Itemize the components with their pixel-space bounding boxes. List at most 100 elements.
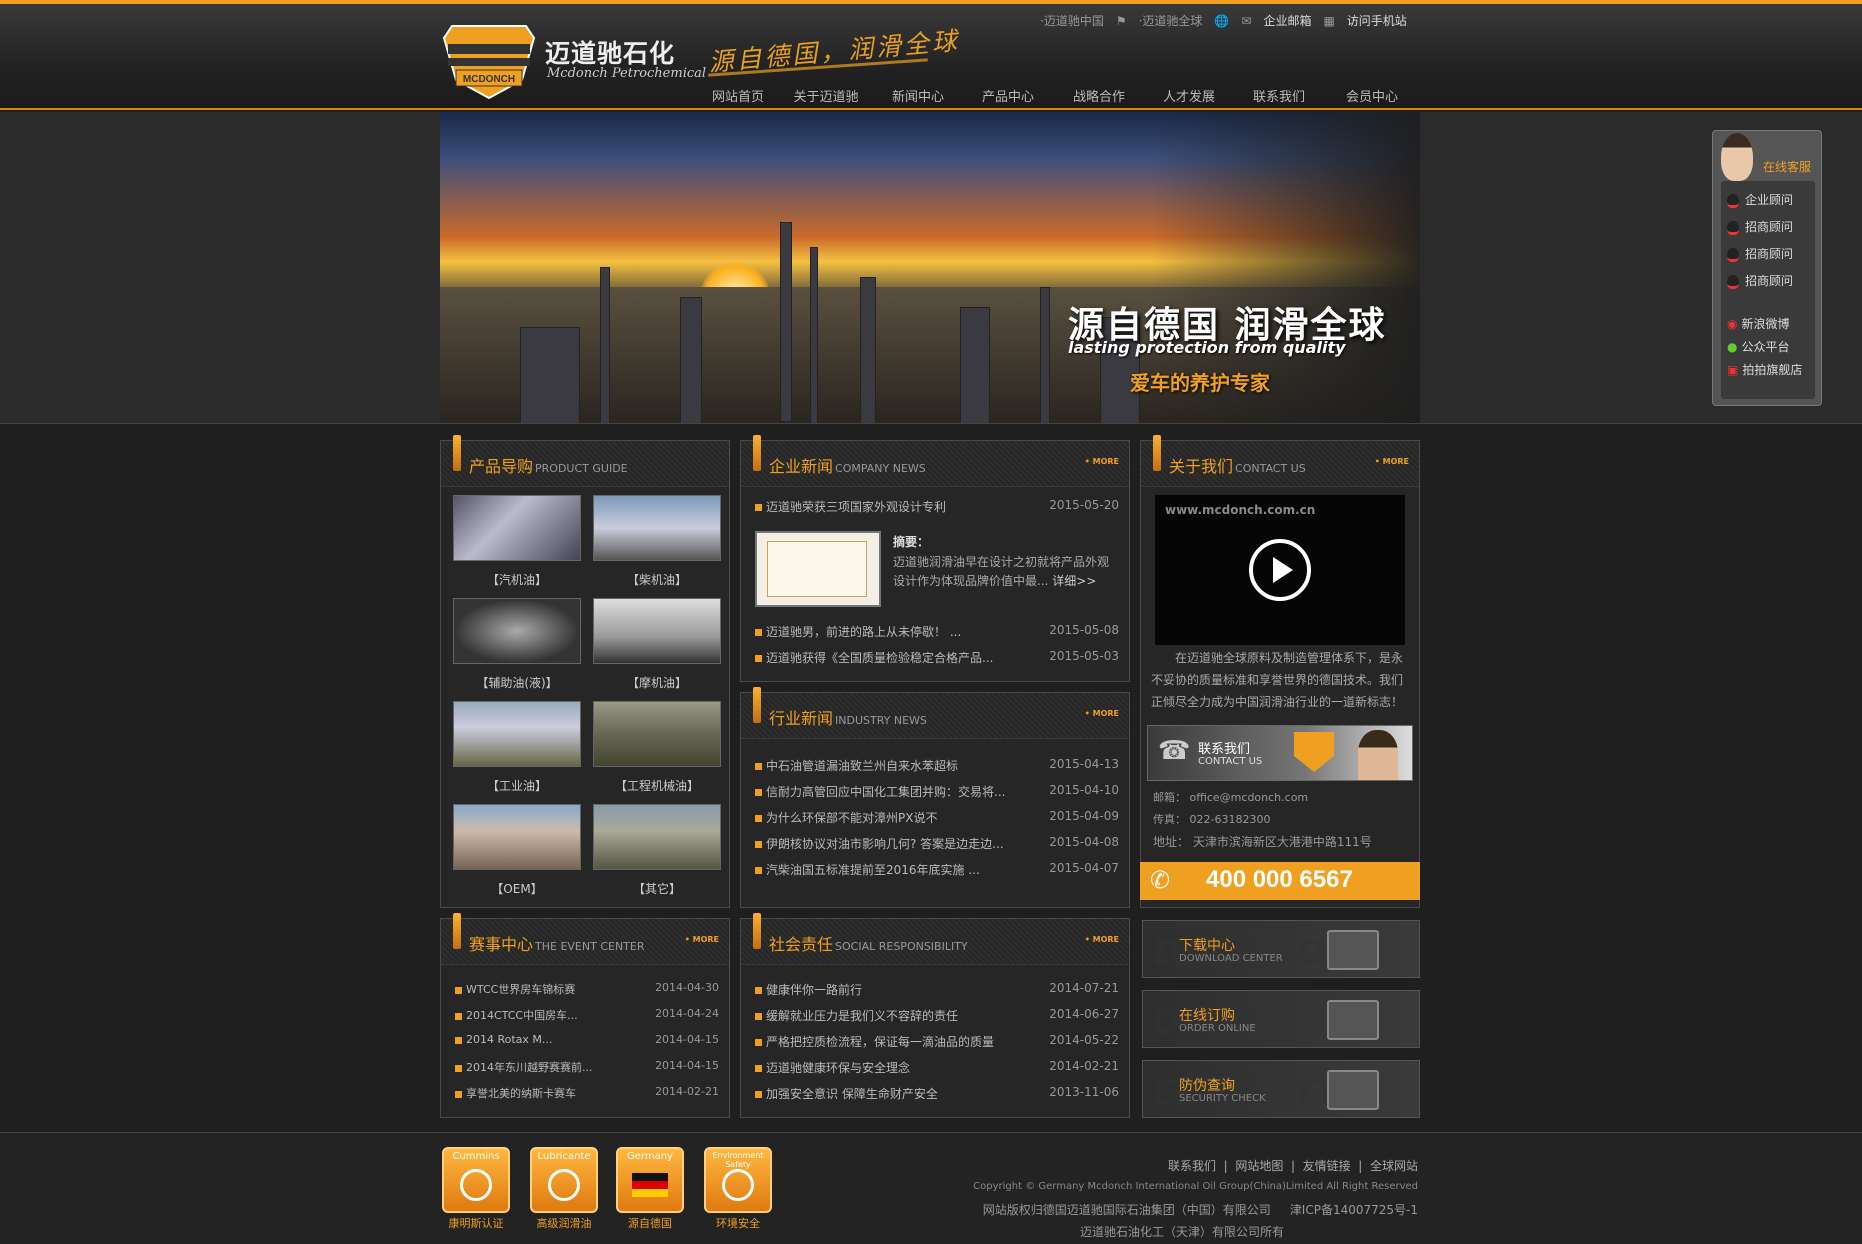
nav-about[interactable]: 关于迈道驰 — [776, 86, 876, 105]
download-center-button[interactable]: DOWNLOAD 下载中心 DOWNLOAD CENTER — [1142, 920, 1420, 978]
environment-badge[interactable]: Environment Safety — [704, 1147, 772, 1213]
hero-banner[interactable] — [0, 112, 1862, 424]
service-wechat[interactable]: ● 公众平台 — [1727, 338, 1790, 355]
news-row[interactable]: 信耐力高管回应中国化工集团并购：交易将... 2015-04-10 — [755, 783, 1119, 800]
lubricant-badge[interactable]: Lubricante — [530, 1147, 598, 1213]
more-link[interactable]: • MORE — [1375, 457, 1409, 466]
product-thumb[interactable] — [453, 495, 581, 561]
nav-partners[interactable]: 战略合作 — [1056, 86, 1142, 105]
event-row[interactable]: 2014CTCC中国房车... 2014-04-24 — [455, 1007, 719, 1023]
product-caption[interactable]: 【其它】 — [593, 880, 721, 897]
wechat-icon: ● — [1727, 340, 1738, 354]
hotline-bar[interactable]: ✆ 400 000 6567 — [1140, 862, 1420, 900]
badge-label: Germany — [627, 1151, 673, 1162]
product-thumb[interactable] — [593, 598, 721, 664]
nav-news[interactable]: 新闻中心 — [876, 86, 960, 105]
security-check-button[interactable]: SECURITY 防伪查询 SECURITY CHECK — [1142, 1060, 1420, 1118]
product-caption[interactable]: 【工程机械油】 — [593, 777, 721, 794]
contact-us-banner[interactable]: ☎ 联系我们 CONTACT US — [1147, 725, 1413, 781]
service-list: 企业顾问 招商顾问 招商顾问 招商顾问 ◉ 新浪微博 ● 公众平台 ▣ 拍拍旗舰店 — [1721, 181, 1815, 399]
patent-thumbnail[interactable] — [755, 531, 881, 607]
footer-link-contact[interactable]: 联系我们 — [1168, 1159, 1216, 1173]
product-thumb[interactable] — [453, 598, 581, 664]
toplink-email[interactable]: 企业邮箱 — [1263, 12, 1311, 29]
cummins-badge[interactable]: Cummins — [442, 1147, 510, 1213]
product-caption[interactable]: 【工业油】 — [453, 777, 581, 794]
product-caption[interactable]: 【汽机油】 — [453, 571, 581, 588]
service-title: 在线客服 — [1763, 160, 1812, 174]
play-icon[interactable] — [1247, 537, 1313, 603]
news-row[interactable]: 迈道驰获得《全国质量检验稳定合格产品... 2015-05-03 — [755, 649, 1119, 666]
news-row[interactable]: 伊朗核协议对油市影响几何? 答案是边走边... 2015-04-08 — [755, 835, 1119, 852]
product-thumb[interactable] — [593, 495, 721, 561]
video-player[interactable]: www.mcdonch.com.cn — [1155, 495, 1405, 645]
event-row[interactable]: WTCC世界房车锦标赛 2014-04-30 — [455, 981, 719, 997]
toplink-mobile[interactable]: 访问手机站 — [1347, 12, 1407, 29]
social-row[interactable]: 严格把控质检流程，保证每一滴油品的质量 2014-05-22 — [755, 1033, 1119, 1050]
news-row[interactable]: 迈道驰荣获三项国家外观设计专利 2015-05-20 — [755, 498, 1119, 515]
video-url-text: www.mcdonch.com.cn — [1165, 503, 1316, 517]
product-caption[interactable]: 【摩机油】 — [593, 674, 721, 691]
news-row[interactable]: 汽柴油国五标准提前至2016年底实施 ... 2015-04-07 — [755, 861, 1119, 878]
social-row[interactable]: 健康伴你一路前行 2014-07-21 — [755, 981, 1119, 998]
nav-careers[interactable]: 人才发展 — [1142, 86, 1236, 105]
toplink-china[interactable]: ·迈道驰中国 — [1040, 12, 1104, 29]
shield-icon — [1294, 732, 1334, 772]
badge-caption: 高级润滑油 — [536, 1217, 592, 1230]
more-link[interactable]: • MORE — [685, 935, 719, 944]
product-thumb[interactable] — [593, 804, 721, 870]
germany-badge[interactable]: Germany — [616, 1147, 684, 1213]
panel-header: 关于我们 CONTACT US • MORE — [1141, 435, 1419, 487]
social-row[interactable]: 迈道驰健康环保与安全理念 2014-02-21 — [755, 1059, 1119, 1076]
germany-flag-icon — [632, 1173, 668, 1197]
service-item[interactable]: 招商顾问 — [1727, 272, 1793, 289]
news-row[interactable]: 迈道驰男，前进的路上从未停歇！ ... 2015-05-08 — [755, 623, 1119, 640]
logo-shield-icon[interactable]: MCDONCH — [442, 18, 536, 100]
nav-products[interactable]: 产品中心 — [960, 86, 1056, 105]
nav-contact[interactable]: 联系我们 — [1236, 86, 1322, 105]
news-row[interactable]: 中石油管道漏油致兰州自来水苯超标 2015-04-13 — [755, 757, 1119, 774]
footer-icp[interactable]: 津ICP备14007725号-1 — [1290, 1203, 1418, 1217]
service-item[interactable]: 招商顾问 — [1727, 245, 1793, 262]
service-weibo[interactable]: ◉ 新浪微博 — [1727, 315, 1790, 332]
footer-link-global[interactable]: 全球网站 — [1370, 1159, 1418, 1173]
nav-member[interactable]: 会员中心 — [1322, 86, 1422, 105]
product-thumb[interactable] — [453, 804, 581, 870]
nav-home[interactable]: 网站首页 — [700, 86, 776, 105]
about-panel: 关于我们 CONTACT US • MORE www.mcdonch.com.cn… — [1140, 435, 1420, 908]
service-item[interactable]: 招商顾问 — [1727, 218, 1793, 235]
service-paipai[interactable]: ▣ 拍拍旗舰店 — [1727, 361, 1802, 378]
social-row[interactable]: 缓解就业压力是我们义不容辞的责任 2014-06-27 — [755, 1007, 1119, 1024]
main-nav: 网站首页 关于迈道驰 新闻中心 产品中心 战略合作 人才发展 联系我们 会员中心 — [700, 86, 1422, 105]
panel-title-en: CONTACT US — [1235, 462, 1306, 475]
footer-copyright: Copyright © Germany Mcdonch Internationa… — [973, 1181, 1418, 1192]
product-thumb[interactable] — [593, 701, 721, 767]
footer-link-sitemap[interactable]: 网站地图 — [1235, 1159, 1283, 1173]
product-caption[interactable]: 【柴机油】 — [593, 571, 721, 588]
event-row[interactable]: 2014 Rotax M... 2014-04-15 — [455, 1033, 719, 1046]
logo-name-cn: 迈道驰石化 — [545, 39, 676, 68]
mail-icon: ✉ — [1241, 13, 1252, 28]
button-title: 在线订购 — [1179, 1008, 1235, 1024]
footer-link-friends[interactable]: 友情链接 — [1303, 1159, 1351, 1173]
more-link[interactable]: • MORE — [1085, 457, 1119, 466]
globe-icon — [722, 1169, 754, 1201]
social-row[interactable]: 加强安全意识 保障生命财产安全 2013-11-06 — [755, 1085, 1119, 1102]
service-item[interactable]: 企业顾问 — [1727, 191, 1793, 208]
toplink-global[interactable]: ·迈道驰全球 — [1139, 12, 1203, 29]
detail-link[interactable]: 详细>> — [1052, 574, 1096, 588]
order-online-button[interactable]: ORDER 在线订购 ORDER ONLINE — [1142, 990, 1420, 1048]
product-caption[interactable]: 【辅助油(液)】 — [453, 674, 581, 691]
product-caption[interactable]: 【OEM】 — [453, 880, 581, 897]
more-link[interactable]: • MORE — [1085, 709, 1119, 718]
button-subtitle: DOWNLOAD CENTER — [1179, 953, 1283, 964]
about-text: 在迈道驰全球原料及制造管理体系下，是永 不妥协的质量标准和享誉世界的德国技术。我… — [1151, 651, 1404, 709]
event-row[interactable]: 2014年东川越野赛赛前... 2014-04-15 — [455, 1059, 719, 1075]
product-thumb[interactable] — [453, 701, 581, 767]
phone-icon: ✆ — [1150, 866, 1171, 894]
event-row[interactable]: 享誉北美的纳斯卡赛车 2014-02-21 — [455, 1085, 719, 1101]
more-link[interactable]: • MORE — [1085, 935, 1119, 944]
panel-header: 产品导购 PRODUCT GUIDE — [441, 435, 729, 487]
lubricant-icon — [548, 1169, 580, 1201]
news-row[interactable]: 为什么环保部不能对漳州PX说不 2015-04-09 — [755, 809, 1119, 826]
